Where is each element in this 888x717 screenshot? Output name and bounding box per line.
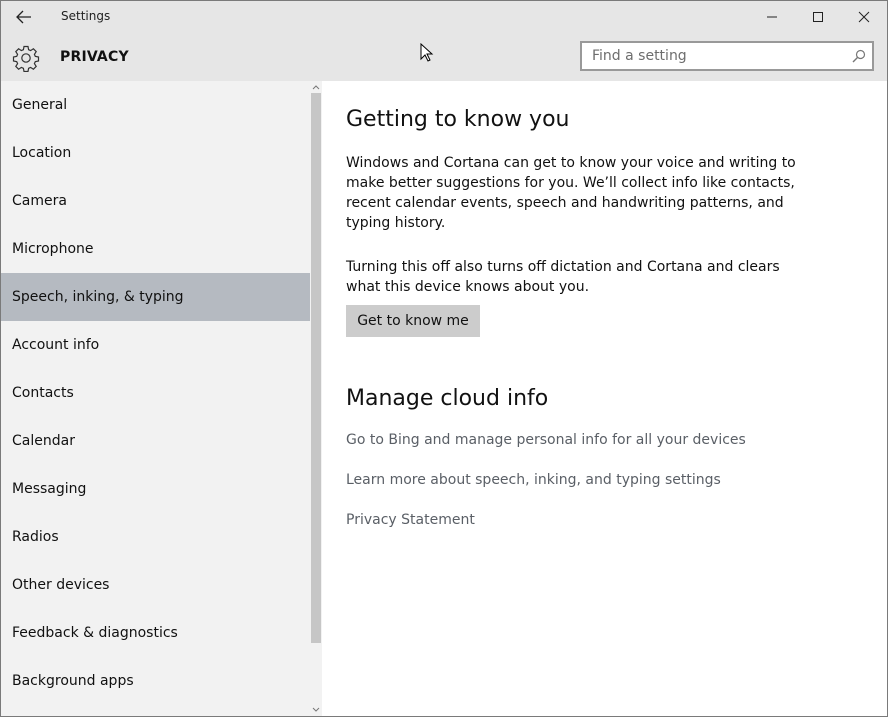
link-bing-manage-info[interactable]: Go to Bing and manage personal info for … — [346, 432, 746, 448]
settings-window: Settings PRIVACY Find a setting General … — [0, 0, 888, 717]
search-input[interactable] — [582, 43, 852, 69]
link-privacy-statement[interactable]: Privacy Statement — [346, 512, 475, 528]
close-icon — [858, 11, 870, 23]
sidebar-item-feedback-diagnostics[interactable]: Feedback & diagnostics — [1, 609, 310, 657]
sidebar-item-background-apps[interactable]: Background apps — [1, 657, 310, 705]
sidebar-item-location[interactable]: Location — [1, 129, 310, 177]
title-bar: Settings — [1, 1, 887, 33]
scroll-down-button[interactable] — [310, 704, 322, 716]
page-header: PRIVACY — [1, 33, 887, 81]
sidebar-item-microphone[interactable]: Microphone — [1, 225, 310, 273]
description-paragraph: Windows and Cortana can get to know your… — [346, 155, 796, 231]
page-title: PRIVACY — [60, 49, 129, 65]
maximize-icon — [813, 12, 823, 22]
section-heading-getting-to-know-you: Getting to know you — [346, 107, 570, 132]
sidebar-item-account-info[interactable]: Account info — [1, 321, 310, 369]
sidebar-item-general[interactable]: General — [1, 81, 310, 129]
main-content: Getting to know you Windows and Cortana … — [322, 81, 887, 716]
minimize-icon — [767, 16, 777, 18]
sidebar-item-other-devices[interactable]: Other devices — [1, 561, 310, 609]
close-button[interactable] — [841, 1, 887, 33]
maximize-button[interactable] — [795, 1, 841, 33]
minimize-button[interactable] — [749, 1, 795, 33]
sidebar-item-camera[interactable]: Camera — [1, 177, 310, 225]
sidebar-item-contacts[interactable]: Contacts — [1, 369, 310, 417]
search-icon[interactable] — [852, 49, 866, 63]
chevron-down-icon — [312, 707, 320, 712]
section-heading-manage-cloud-info: Manage cloud info — [346, 386, 549, 411]
back-button[interactable] — [9, 5, 39, 29]
sidebar-item-messaging[interactable]: Messaging — [1, 465, 310, 513]
get-to-know-me-button[interactable]: Get to know me — [346, 305, 480, 337]
sidebar-item-radios[interactable]: Radios — [1, 513, 310, 561]
sidebar-item-calendar[interactable]: Calendar — [1, 417, 310, 465]
chevron-up-icon — [312, 85, 320, 90]
window-title: Settings — [61, 9, 111, 23]
sidebar-item-speech-inking-typing[interactable]: Speech, inking, & typing — [1, 273, 310, 321]
scrollbar-thumb[interactable] — [311, 93, 321, 643]
sidebar: General Location Camera Microphone Speec… — [1, 81, 322, 716]
link-learn-more[interactable]: Learn more about speech, inking, and typ… — [346, 472, 721, 488]
search-box[interactable] — [580, 41, 874, 71]
warning-paragraph: Turning this off also turns off dictatio… — [346, 259, 780, 295]
gear-icon — [12, 45, 40, 72]
mouse-cursor-icon — [420, 43, 434, 62]
scroll-up-button[interactable] — [310, 81, 322, 93]
back-arrow-icon — [16, 10, 31, 24]
